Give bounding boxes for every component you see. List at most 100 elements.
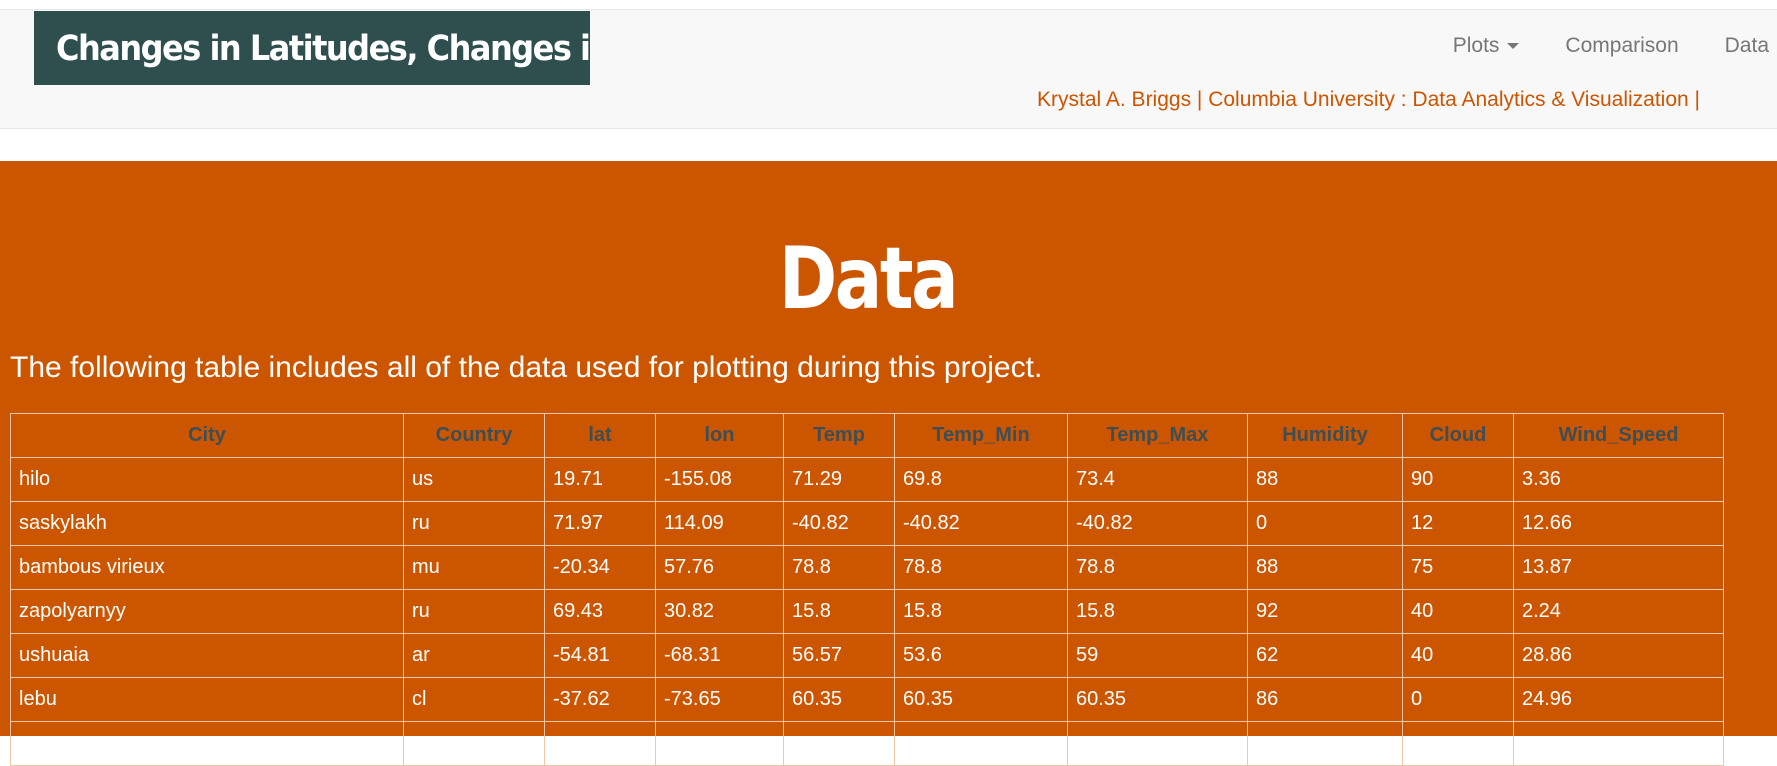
page-title: Data [778, 229, 959, 329]
table-cell: 2.24 [1513, 589, 1724, 634]
table-cell: -155.08 [655, 457, 784, 502]
column-header: Temp_Min [894, 413, 1068, 458]
table-cell: cl [403, 677, 545, 722]
table-cell: 15.8 [1067, 589, 1248, 634]
table-cell: 15.8 [894, 589, 1068, 634]
data-table: City Country lat lon Temp Temp_Min Temp_Max Hum… [10, 413, 1724, 766]
table-row: hilo us 19.71 -155.08 71.29 69.8 73.4 88 90 3.36 [10, 457, 1724, 502]
table-cell [544, 721, 656, 766]
table-cell [1247, 721, 1403, 766]
table-cell: 75 [1402, 545, 1514, 590]
table-cell: 90 [1402, 457, 1514, 502]
column-header: Humidity [1247, 413, 1403, 458]
table-cell: 114.09 [655, 501, 784, 546]
table-cell: 86 [1247, 677, 1403, 722]
column-header: lon [655, 413, 784, 458]
table-cell: bambous virieux [10, 545, 404, 590]
table-cell: 73.4 [1067, 457, 1248, 502]
table-cell: ru [403, 589, 545, 634]
table-cell: 24.96 [1513, 677, 1724, 722]
table-cell: -40.82 [1067, 501, 1248, 546]
table-cell: 53.6 [894, 633, 1068, 678]
column-header: lat [544, 413, 656, 458]
table-cell: 71.29 [783, 457, 895, 502]
column-header: Cloud [1402, 413, 1514, 458]
table-cell: 19.71 [544, 457, 656, 502]
table-cell: 62 [1247, 633, 1403, 678]
table-cell: mu [403, 545, 545, 590]
table-cell: 69.43 [544, 589, 656, 634]
column-header: Temp_Max [1067, 413, 1248, 458]
nav-item-data[interactable]: Data [1725, 34, 1769, 58]
table-cell: lebu [10, 677, 404, 722]
table-cell: -40.82 [894, 501, 1068, 546]
table-cell: 59 [1067, 633, 1248, 678]
table-cell [1402, 721, 1514, 766]
nav-item-comparison[interactable]: Comparison [1565, 34, 1678, 58]
table-cell: -40.82 [783, 501, 895, 546]
column-header: Country [403, 413, 545, 458]
table-cell: us [403, 457, 545, 502]
nav-item-data-label: Data [1724, 34, 1769, 57]
table-body: hilo us 19.71 -155.08 71.29 69.8 73.4 88 90 3.36 s… [10, 457, 1724, 766]
table-cell: 60.35 [783, 677, 895, 722]
table-cell: 57.76 [655, 545, 784, 590]
table-cell: 92 [1247, 589, 1403, 634]
table-row: lebu cl -37.62 -73.65 60.35 60.35 60.35 86 0 24.9… [10, 677, 1724, 722]
column-header: City [10, 413, 404, 458]
table-cell: 12.66 [1513, 501, 1724, 546]
table-cell: -73.65 [655, 677, 784, 722]
main-content: Data The following table includes all of… [0, 161, 1777, 766]
table-cell [10, 721, 404, 766]
table-cell [655, 721, 784, 766]
nav-menu: Plots Comparison Data [1453, 32, 1777, 60]
table-cell: 78.8 [894, 545, 1068, 590]
table-row: bambous virieux mu -20.34 57.76 78.8 78.8 78.8… [10, 545, 1724, 590]
table-cell: 40 [1402, 633, 1514, 678]
table-cell: 30.82 [655, 589, 784, 634]
table-cell: 13.87 [1513, 545, 1724, 590]
nav-item-plots-label: Plots [1452, 34, 1500, 57]
table-cell: ushuaia [10, 633, 404, 678]
table-cell: 88 [1247, 545, 1403, 590]
table-cell: zapolyarnyy [10, 589, 404, 634]
table-cell: ar [403, 633, 545, 678]
author-byline: Krystal A. Briggs | Columbia University … [1037, 88, 1700, 111]
nav-item-comparison-label: Comparison [1565, 34, 1679, 57]
table-row: ushuaia ar -54.81 -68.31 56.57 53.6 59 62 40 28.8… [10, 633, 1724, 678]
table-cell: 56.57 [783, 633, 895, 678]
table-cell [403, 721, 545, 766]
table-row: saskylakh ru 71.97 114.09 -40.82 -40.82 -40.82… [10, 501, 1724, 546]
table-cell: 12 [1402, 501, 1514, 546]
caret-down-icon [1507, 43, 1520, 49]
table-cell: 78.8 [1067, 545, 1248, 590]
site-brand[interactable]: Changes in Latitudes, Changes in ... [34, 11, 590, 85]
table-cell: 0 [1247, 501, 1403, 546]
table-header-row: City Country lat lon Temp Temp_Min Temp_Max Hum… [10, 413, 1724, 458]
table-cell [1067, 721, 1248, 766]
table-cell [1513, 721, 1724, 766]
table-cell: -54.81 [544, 633, 656, 678]
table-cell [783, 721, 895, 766]
table-cell: 71.97 [544, 501, 656, 546]
site-brand-label: Changes in Latitudes, Changes in ... [56, 27, 590, 69]
table-cell: 69.8 [894, 457, 1068, 502]
table-cell: 28.86 [1513, 633, 1724, 678]
table-cell: 40 [1402, 589, 1514, 634]
table-cell: 60.35 [894, 677, 1068, 722]
table-cell: 88 [1247, 457, 1403, 502]
table-cell [894, 721, 1068, 766]
table-cell: -37.62 [544, 677, 656, 722]
table-cell: 3.36 [1513, 457, 1724, 502]
top-navbar: Changes in Latitudes, Changes in ... Plo… [0, 9, 1777, 129]
column-header: Temp [783, 413, 895, 458]
table-cell: 15.8 [783, 589, 895, 634]
table-row [10, 721, 1724, 766]
table-cell: -68.31 [655, 633, 784, 678]
column-header: Wind_Speed [1513, 413, 1724, 458]
table-row: zapolyarnyy ru 69.43 30.82 15.8 15.8 15.8 92 40 2… [10, 589, 1724, 634]
table-cell: 60.35 [1067, 677, 1248, 722]
table-cell: saskylakh [10, 501, 404, 546]
nav-item-plots[interactable]: Plots [1453, 34, 1520, 58]
intro-text: The following table includes all of the … [10, 351, 1043, 384]
